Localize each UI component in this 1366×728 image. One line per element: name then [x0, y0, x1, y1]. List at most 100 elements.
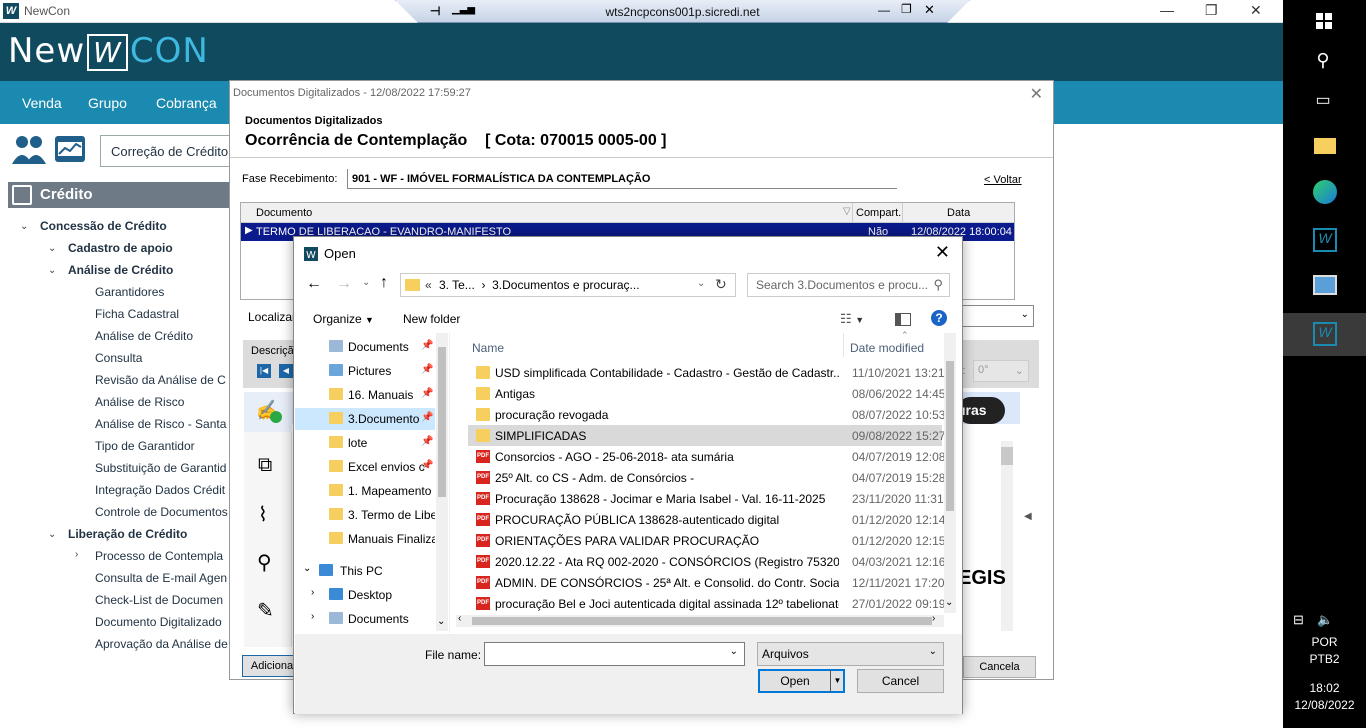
sidebar-item-analise-risco[interactable]: Análise de Risco	[95, 395, 184, 409]
list-item[interactable]: SIMPLIFICADAS 09/08/2022 15:27	[468, 425, 945, 446]
clock-time[interactable]: 18:02	[1283, 681, 1366, 695]
close-icon[interactable]: ✕	[935, 242, 950, 263]
chevron-right-icon[interactable]: ›	[75, 549, 78, 560]
split-dropdown-icon[interactable]: ▼	[830, 670, 844, 692]
sign-tool[interactable]: ✍	[244, 392, 292, 432]
rdp-close-icon[interactable]: ✕	[924, 2, 935, 18]
first-page-icon[interactable]: |◀	[257, 364, 271, 378]
chevron-down-icon[interactable]: ⌄	[20, 221, 28, 232]
windows-start-icon[interactable]	[1316, 13, 1332, 29]
address-bar[interactable]: « 3. Te... › 3.Documentos e procuraç... …	[400, 273, 736, 297]
sidebar-item-processo[interactable]: Processo de Contempla	[95, 549, 223, 563]
chevron-right-icon[interactable]: ›	[311, 587, 314, 598]
network-icon[interactable]: ⊟	[1293, 612, 1304, 628]
col-name[interactable]: Name	[472, 341, 504, 355]
filename-input[interactable]: ⌄	[484, 642, 745, 666]
list-item[interactable]: PDF procuração Bel e Joci autenticada dig…	[468, 593, 945, 614]
sidebar-item-analise-credito[interactable]: Análise de Crédito	[68, 263, 173, 277]
sidebar-item-analise-credito-2[interactable]: Análise de Crédito	[95, 329, 193, 343]
input-language[interactable]: POR	[1283, 635, 1366, 649]
recent-dropdown-icon[interactable]: ⌄	[362, 277, 370, 288]
sidebar-item-checklist[interactable]: Check-List de Documen	[95, 593, 223, 607]
sidebar-item-controle-documentos[interactable]: Controle de Documentos	[95, 505, 228, 519]
cancel-button[interactable]: Cancel	[857, 669, 944, 693]
rdp-restore-icon[interactable]: ❐	[901, 2, 912, 16]
nav-item-termo-liberacao[interactable]: 3. Termo de Libe	[295, 504, 435, 526]
list-item[interactable]: PDF Procuração 138628 - Jocimar e Maria I…	[468, 488, 944, 509]
col-date-modified[interactable]: Date modified	[850, 341, 924, 355]
chevron-down-icon[interactable]: ⌄	[48, 529, 56, 540]
address-dropdown-icon[interactable]: ⌄	[697, 278, 705, 289]
chevron-right-icon[interactable]: ›	[311, 611, 314, 622]
scroll-thumb[interactable]	[472, 617, 932, 625]
minimize-icon[interactable]: —	[1160, 2, 1174, 18]
sidebar-item-garantidores[interactable]: Garantidores	[95, 285, 164, 299]
close-icon[interactable]: ✕	[1250, 2, 1262, 19]
sidebar-item-ficha-cadastral[interactable]: Ficha Cadastral	[95, 307, 179, 321]
nav-item-mapeamento[interactable]: 1. Mapeamento	[295, 480, 435, 502]
scroll-down-icon[interactable]: ⌄	[945, 597, 953, 608]
list-item[interactable]: PDF 25º Alt. co CS - Adm. de Consórcios -…	[468, 467, 945, 488]
sidebar-item-liberacao[interactable]: Liberação de Crédito	[68, 527, 187, 541]
sidebar-item-cadastro-apoio[interactable]: Cadastro de apoio	[68, 241, 173, 255]
nav-item-excel-envios[interactable]: Excel envios c 📌	[295, 456, 435, 478]
nav-item-this-pc[interactable]: ⌄ This PC	[281, 560, 435, 582]
chevron-down-icon[interactable]: ⌄	[730, 646, 738, 657]
back-arrow-icon[interactable]: ←	[306, 275, 322, 293]
nav-item-lote[interactable]: lote 📌	[295, 432, 435, 454]
col-compart[interactable]: Compart.	[856, 207, 901, 219]
col-documento[interactable]: Documento	[256, 207, 312, 219]
file-explorer-icon[interactable]	[1314, 138, 1336, 154]
col-data[interactable]: Data	[947, 207, 970, 219]
collapse-left-icon[interactable]: ◀	[1024, 511, 1032, 522]
chevron-down-icon[interactable]: ⌄	[303, 563, 311, 574]
list-item[interactable]: Antigas 08/06/2022 14:45	[468, 383, 945, 404]
sidebar-item-concessao[interactable]: Concessão de Crédito	[40, 219, 167, 233]
search-icon[interactable]: ⚲	[257, 550, 272, 575]
paperclip-icon[interactable]: ⌇	[258, 502, 268, 527]
close-icon[interactable]: ✕	[1030, 84, 1043, 104]
nav-item-desktop[interactable]: › Desktop	[295, 584, 435, 606]
sidebar-item-consulta[interactable]: Consulta	[95, 351, 142, 365]
nav-item-pictures[interactable]: Pictures 📌	[295, 360, 435, 382]
localizar-dropdown[interactable]: ⌄	[962, 305, 1034, 327]
scroll-down-icon[interactable]: ⌄	[437, 616, 445, 627]
sidebar-item-aprovacao[interactable]: Aprovação da Análise de	[95, 637, 228, 651]
sidebar-item-tipo-garantidor[interactable]: Tipo de Garantidor	[95, 439, 195, 453]
scroll-thumb[interactable]	[1001, 447, 1013, 465]
cancel-doc-button[interactable]: Cancela	[963, 656, 1036, 678]
nav-item-documents[interactable]: Documents 📌	[295, 336, 435, 358]
sidebar-item-consulta-email[interactable]: Consulta de E-mail Agen	[95, 571, 227, 585]
scroll-thumb[interactable]	[946, 361, 954, 511]
chevron-down-icon[interactable]: ⌄	[48, 243, 56, 254]
users-icon[interactable]	[12, 134, 46, 166]
chevron-down-icon[interactable]: ⌄	[48, 265, 56, 276]
list-item[interactable]: PDF Consorcios - AGO - 25-06-2018- ata su…	[468, 446, 945, 467]
rdp-minimize-icon[interactable]: —	[878, 3, 890, 17]
refresh-icon[interactable]: ↻	[715, 276, 727, 293]
input-layout[interactable]: PTB2	[1283, 652, 1366, 666]
tab-correcao-credito[interactable]: Correção de Crédito	[100, 135, 230, 167]
scroll-right-icon[interactable]: ›	[932, 613, 935, 624]
list-item[interactable]: PDF ADMIN. DE CONSÓRCIOS - 25ª Alt. e Con…	[468, 572, 945, 593]
nav-item-documentos-procuracao[interactable]: 3.Documento 📌	[295, 408, 435, 430]
sidebar-item-revisao[interactable]: Revisão da Análise de C	[95, 373, 226, 387]
edit-signature-icon[interactable]: ✎	[257, 598, 274, 623]
voltar-link[interactable]: < Voltar	[984, 174, 1022, 186]
file-list-vscroll[interactable]: ⌄	[944, 333, 956, 613]
clock-date[interactable]: 12/08/2022	[1283, 698, 1366, 712]
organize-button[interactable]: Organize ▼	[313, 312, 374, 326]
newcon-app-icon[interactable]: W	[1313, 228, 1337, 252]
nav-item-documents-pc[interactable]: › Documents	[295, 608, 435, 630]
volume-icon[interactable]: 🔈	[1317, 612, 1333, 628]
list-item[interactable]: PDF 2020.12.22 - Ata RQ 002-2020 - CONSÓR…	[468, 551, 945, 572]
pill-button[interactable]: uras	[957, 397, 1005, 424]
filetype-select[interactable]: Arquivos ⌄	[757, 642, 944, 666]
new-folder-button[interactable]: New folder	[403, 312, 460, 326]
edge-browser-icon[interactable]	[1313, 180, 1337, 204]
filter-icon[interactable]: ▽	[843, 206, 851, 217]
viewer-scrollbar[interactable]	[1001, 441, 1013, 631]
remote-desktop-icon[interactable]	[1313, 275, 1337, 295]
menu-venda[interactable]: Venda	[22, 95, 62, 111]
sidebar-item-integracao[interactable]: Integração Dados Crédit	[95, 483, 225, 497]
